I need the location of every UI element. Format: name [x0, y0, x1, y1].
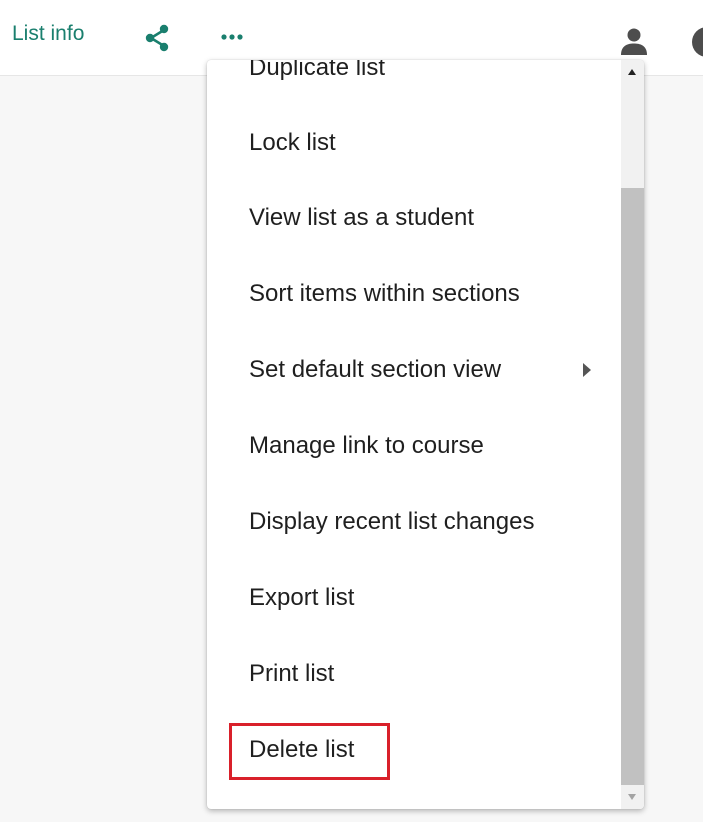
menu-item-set-default-section-view[interactable]: Set default section view — [207, 332, 621, 408]
submenu-arrow-icon — [583, 363, 591, 377]
menu-item-print-list[interactable]: Print list — [207, 636, 621, 712]
menu-item-label: Display recent list changes — [249, 508, 535, 535]
menu-item-delete-list[interactable]: Delete list — [207, 712, 621, 788]
menu-item-label: Manage link to course — [249, 432, 484, 459]
menu-item-lock-list[interactable]: Lock list — [207, 105, 621, 181]
avatar[interactable] — [692, 27, 703, 57]
menu-item-label: Export list — [249, 584, 355, 611]
menu-item-label: Set default section view — [249, 356, 502, 383]
menu-item-label: Sort items within sections — [249, 280, 520, 307]
menu-item-sort-items-within-sections[interactable]: Sort items within sections — [207, 256, 621, 332]
menu-item-label: Lock list — [249, 129, 336, 156]
scrollbar-thumb[interactable] — [621, 188, 644, 785]
menu-item-label: View list as a student — [249, 204, 475, 231]
menu-scrollbar[interactable] — [621, 60, 644, 809]
menu-item-duplicate-list[interactable]: Duplicate list — [207, 60, 621, 106]
menu-item-export-list[interactable]: Export list — [207, 560, 621, 636]
more-options-menu: Duplicate list Lock list View list as a … — [207, 60, 644, 809]
menu-item-view-list-as-student[interactable]: View list as a student — [207, 180, 621, 256]
more-options-icon[interactable] — [218, 28, 246, 44]
menu-items: Duplicate list Lock list View list as a … — [207, 60, 621, 809]
list-info-link[interactable]: List info — [12, 22, 84, 46]
menu-item-display-recent-list-changes[interactable]: Display recent list changes — [207, 484, 621, 560]
person-icon[interactable] — [618, 26, 650, 56]
menu-item-label: Print list — [249, 660, 335, 687]
menu-item-label: Duplicate list — [249, 60, 386, 81]
menu-item-label: Delete list — [249, 736, 355, 763]
menu-item-manage-link-to-course[interactable]: Manage link to course — [207, 408, 621, 484]
share-icon[interactable] — [142, 22, 174, 54]
scroll-up-icon[interactable] — [621, 60, 644, 84]
scroll-down-icon[interactable] — [621, 785, 644, 809]
